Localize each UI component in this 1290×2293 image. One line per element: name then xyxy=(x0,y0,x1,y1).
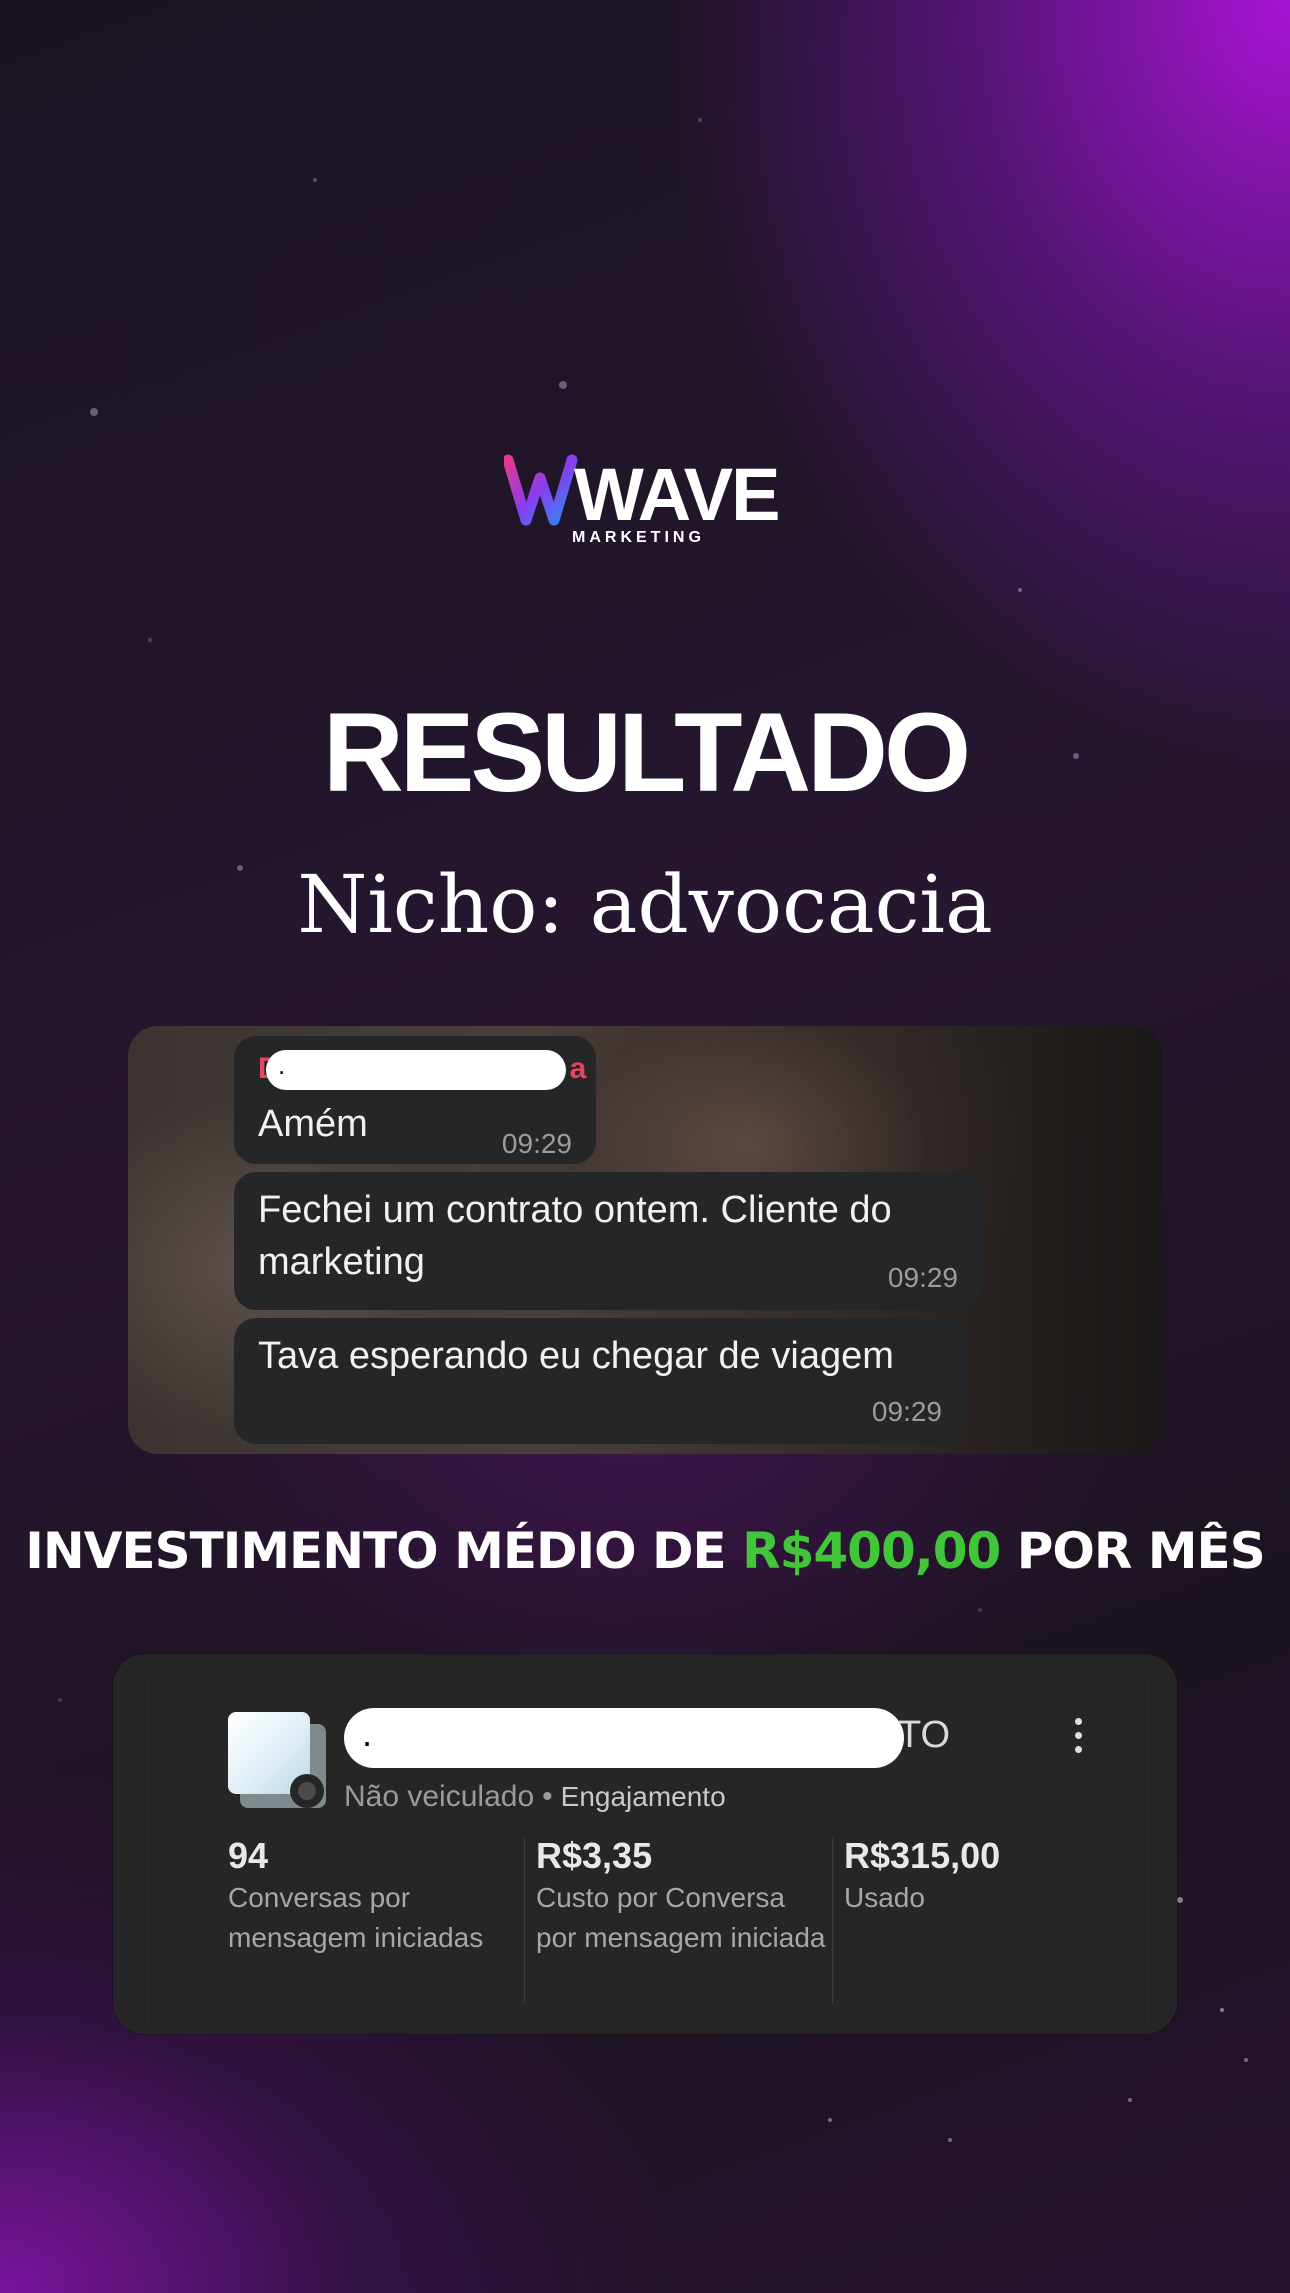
chat-screenshot: Da . Amém 09:29 Fechei um contrato ontem… xyxy=(128,1026,1162,1454)
ad-thumbnail[interactable] xyxy=(228,1712,328,1810)
divider xyxy=(832,1838,833,2004)
more-vertical-icon[interactable] xyxy=(1068,1716,1088,1756)
ad-result-card: . TO Não veiculado • Engajamento 94 Conver… xyxy=(113,1654,1177,2034)
niche-subtitle: Nicho: advocacia xyxy=(297,858,993,951)
divider xyxy=(524,1838,525,2004)
message-text: Tava esperando eu chegar de viagem xyxy=(258,1335,894,1377)
ad-objective: Engajamento xyxy=(560,1781,726,1812)
ad-name-redaction: . xyxy=(344,1708,904,1768)
page-title: RESULTADO xyxy=(322,690,971,815)
status-dot-icon xyxy=(290,1774,324,1808)
message-text: Fechei um contrato ontem. Cliente do mar… xyxy=(258,1189,892,1283)
ad-name-tail: TO xyxy=(898,1714,951,1756)
chat-bubble: Da . Amém 09:29 xyxy=(234,1036,596,1164)
message-text: Amém xyxy=(258,1103,368,1145)
investment-amount: R$400,00 xyxy=(742,1522,1001,1580)
message-time: 09:29 xyxy=(887,1262,958,1293)
wave-marketing-logo: WAVE MARKETING xyxy=(504,448,794,548)
logo-text: WAVE xyxy=(574,453,778,536)
chat-bubble: Fechei um contrato ontem. Cliente do mar… xyxy=(234,1172,982,1310)
metric-conversations: 94 Conversas por mensagem iniciadas xyxy=(228,1835,484,1953)
ad-metrics: 94 Conversas por mensagem iniciadas R$3,… xyxy=(228,1834,1128,2004)
message-time: 09:29 xyxy=(501,1128,572,1159)
message-time: 09:29 xyxy=(871,1396,942,1427)
chat-bubble: Tava esperando eu chegar de viagem 09:29 xyxy=(234,1318,966,1444)
redaction-bar: . xyxy=(266,1050,566,1090)
ad-status: Não veiculado • Engajamento xyxy=(344,1780,726,1813)
investment-headline: INVESTIMENTO MÉDIO DE R$400,00 POR MÊS xyxy=(25,1522,1265,1580)
metric-cost-per-conversation: R$3,35 Custo por Conversa por mensagem i… xyxy=(536,1835,826,1953)
metric-amount-spent: R$315,00 Usado xyxy=(844,1835,1001,1913)
logo-subtext: MARKETING xyxy=(572,529,705,546)
